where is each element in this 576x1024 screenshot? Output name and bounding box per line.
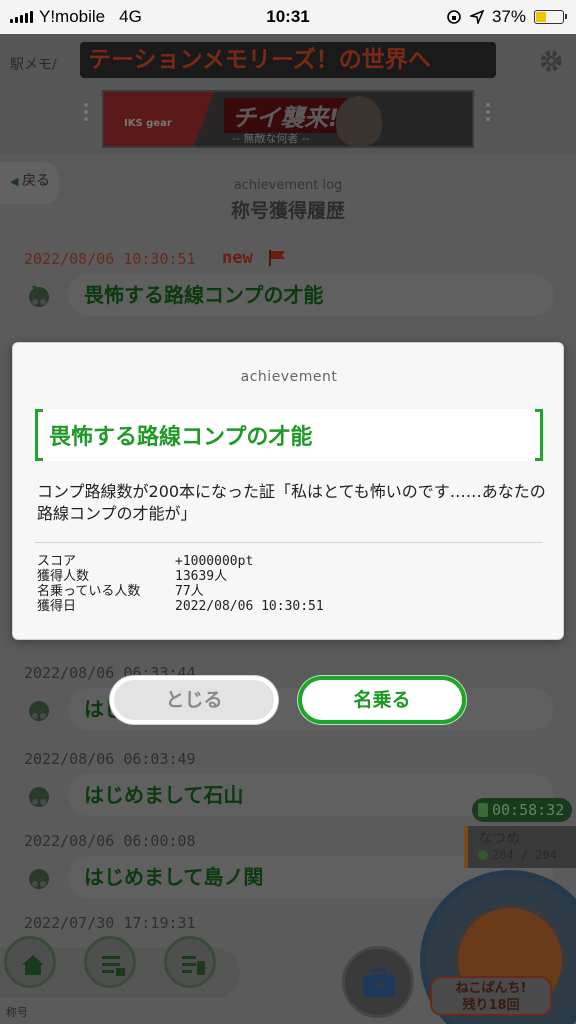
log-entry[interactable]: 2022/08/06 10:30:51 new 畏怖する路線コンプの才能 (0, 248, 576, 330)
log-subtitle: achievement log (233, 178, 343, 193)
banner-subtitle: -- 無敵な何者 -- (232, 132, 310, 145)
menu-label[interactable]: 駅メモ/ (10, 54, 57, 74)
bracket-right (535, 409, 543, 461)
achievement-modal: achievement 畏怖する路線コンプの才能 コンプ路線数が200本になった… (12, 342, 564, 640)
stat-label: 獲得人数 (37, 569, 90, 584)
item-bag-button[interactable] (342, 946, 414, 1018)
neko-label: ねこぱんち! (455, 981, 527, 996)
banner-character-image (336, 96, 382, 146)
home-button[interactable] (4, 936, 56, 988)
event-banner[interactable]: IKS gear チイ襲来! -- 無敵な何者 -- (102, 90, 474, 148)
banner-next-dots (484, 100, 494, 130)
achievement-title: 畏怖する路線コンプの才能 (49, 425, 313, 450)
gear-icon[interactable] (538, 48, 564, 74)
entry-date: 2022/08/06 06:00:08 (24, 832, 196, 850)
stat-value: 2022/08/06 10:30:51 (175, 599, 324, 614)
stat-row: 名乗っている人数 77人 (37, 584, 324, 599)
access-timer: 00:58:32 (472, 798, 572, 822)
partner-hp: 204 / 204 (478, 848, 576, 862)
battery-percent: 37% (491, 7, 526, 26)
entry-date: 2022/08/06 06:03:49 (24, 750, 196, 768)
title-icon (29, 787, 49, 807)
stat-row: 獲得人数 13639人 (37, 569, 324, 584)
list-icon (102, 956, 125, 976)
status-right: 37% (446, 7, 567, 27)
briefcase-icon (363, 968, 395, 997)
stat-row: 獲得日 2022/08/06 10:30:51 (37, 599, 324, 614)
app-header: 駅メモ/ テーションメモリーズ！の世界へ IKS gear チイ襲来! -- 無… (0, 34, 576, 154)
timer-value: 00:58:32 (492, 801, 565, 819)
stat-value: 13639人 (175, 569, 228, 584)
title-icon (29, 701, 49, 721)
log-entry[interactable]: 2022/08/06 06:33:44 はじ (0, 664, 576, 744)
entry-title: 畏怖する路線コンプの才能 (68, 274, 554, 316)
hourglass-icon (478, 803, 488, 817)
neko-punch-button[interactable]: ねこぱんち! 残り18回 (430, 976, 552, 1016)
battery-icon (534, 10, 567, 24)
modal-header: achievement (240, 369, 338, 385)
home-icon (22, 955, 44, 975)
use-title-button[interactable]: 名乗る (298, 676, 466, 724)
location-icon (469, 10, 484, 24)
neko-remaining: 残り18回 (462, 998, 520, 1013)
banner-title: チイ襲来! (224, 98, 347, 133)
achievement-stats: スコア +1000000pt 獲得人数 13639人 名乗っている人数 77人 獲得日… (37, 554, 324, 614)
banner-brand: IKS gear (124, 118, 172, 129)
entry-date: 2022/08/06 10:30:51 (24, 250, 196, 268)
achievement-description: コンプ路線数が200本になった証「私はとても怖いのです……あなたの路線コンプの才… (37, 482, 546, 523)
log-menu-button[interactable] (84, 936, 136, 988)
hp-icon (478, 850, 488, 860)
title-icon (29, 869, 49, 889)
close-button[interactable]: とじる (110, 676, 278, 724)
rotation-lock-icon (447, 10, 461, 24)
achievement-title-box: 畏怖する路線コンプの才能 (35, 409, 543, 461)
status-bar: Y!mobile 4G 10:31 37% (0, 0, 576, 34)
train-log-button[interactable] (164, 936, 216, 988)
new-badge: new (222, 248, 253, 268)
page-title: 称号獲得履歴 (230, 200, 345, 222)
partner-name: なつめ (478, 831, 520, 847)
banner-prev-dots (82, 100, 92, 130)
stat-value: 77人 (175, 584, 204, 599)
train-list-icon (182, 956, 205, 975)
stat-row: スコア +1000000pt (37, 554, 324, 569)
stat-label: 獲得日 (37, 599, 77, 614)
title-icon (29, 284, 49, 307)
nav-label: 称号 (6, 1006, 28, 1019)
flag-icon (269, 250, 285, 266)
bracket-left (35, 409, 43, 461)
stat-label: スコア (37, 554, 77, 569)
hp-value: 204 / 204 (492, 848, 558, 862)
divider (35, 542, 543, 543)
news-marquee: テーションメモリーズ！の世界へ (80, 42, 496, 78)
stat-value: +1000000pt (175, 554, 254, 569)
stat-label: 名乗っている人数 (37, 584, 141, 599)
partner-card[interactable]: なつめ 204 / 204 (464, 826, 576, 868)
